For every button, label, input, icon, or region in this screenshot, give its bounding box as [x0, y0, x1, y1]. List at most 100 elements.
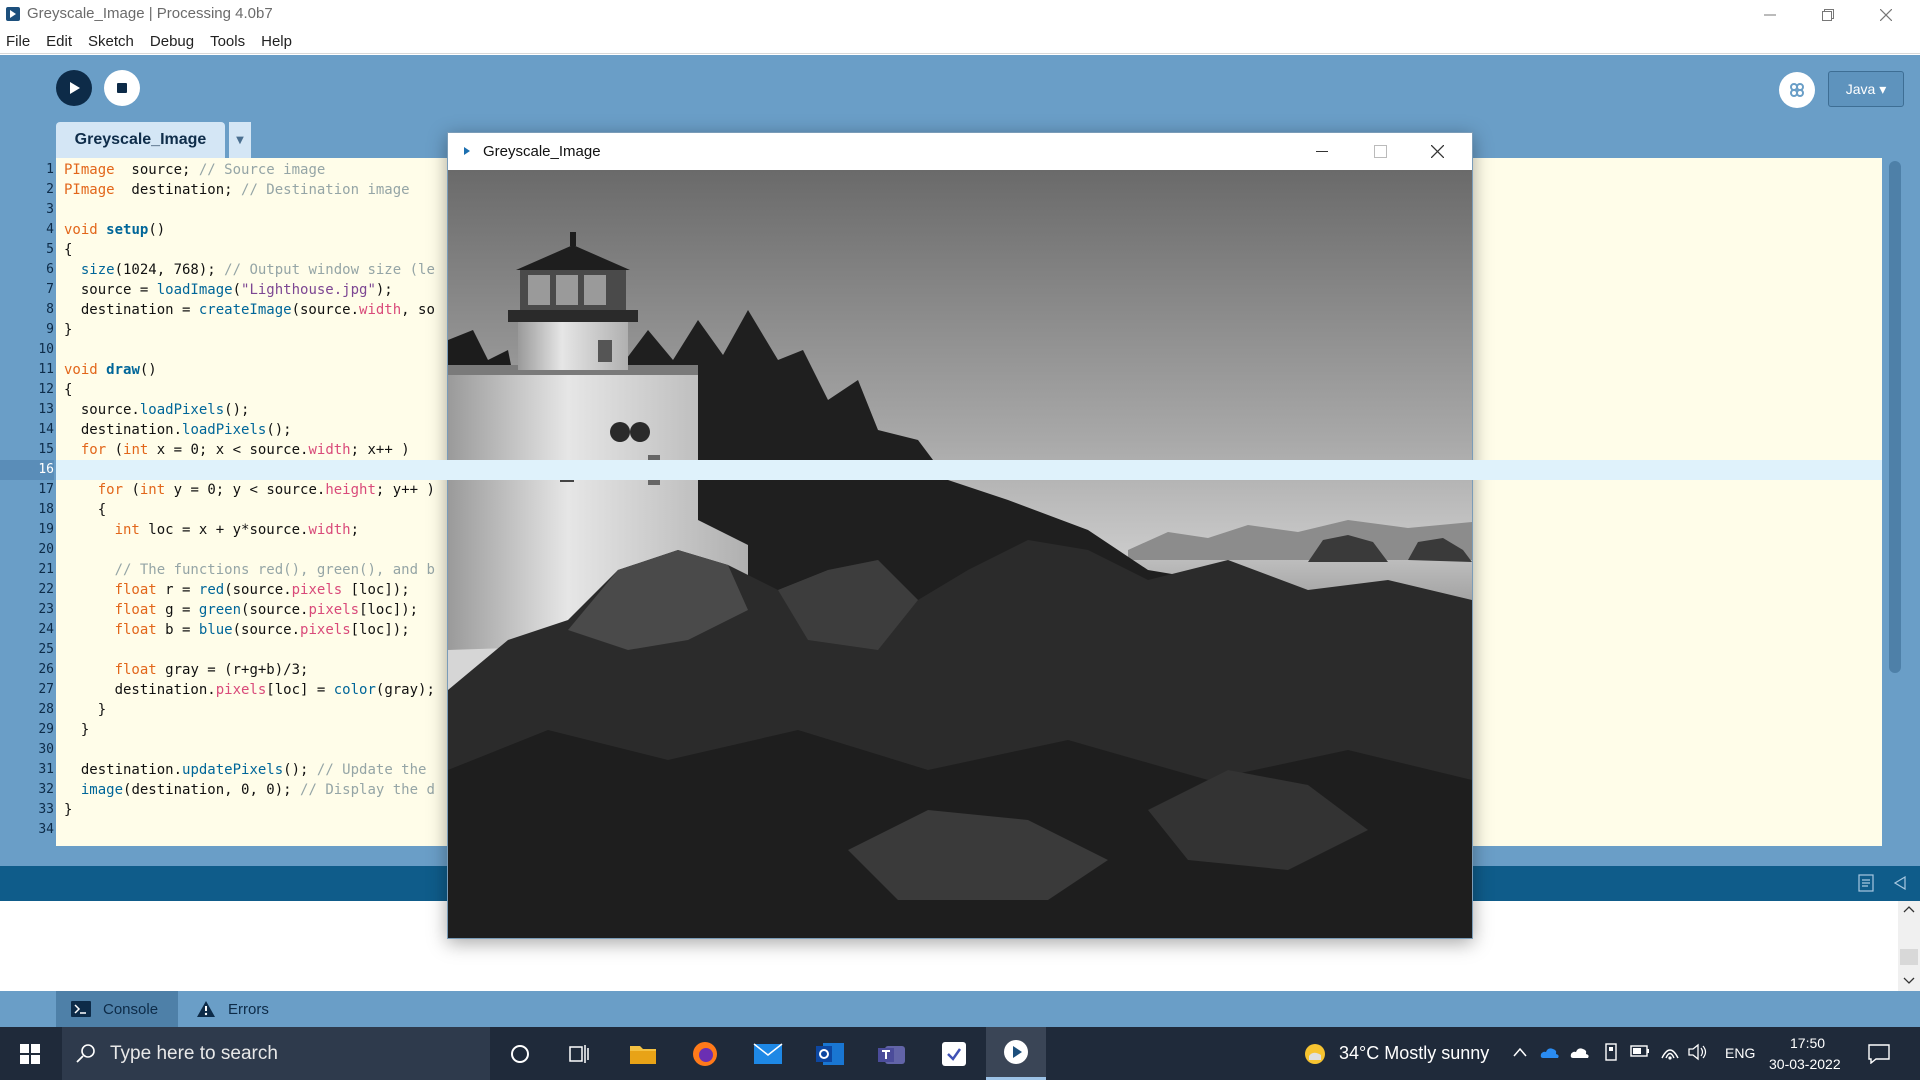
code-text[interactable]: {	[64, 240, 72, 260]
scroll-down-icon[interactable]	[1903, 977, 1915, 985]
file-explorer-button[interactable]	[613, 1027, 673, 1080]
onedrive-icon[interactable]	[1540, 1045, 1560, 1059]
code-text[interactable]: float g = green(source.pixels[loc]);	[64, 600, 419, 620]
line-number: 14	[38, 422, 54, 437]
sketch-close-icon[interactable]	[1431, 145, 1444, 158]
menu-file[interactable]: File	[6, 33, 30, 50]
menu-tools[interactable]: Tools	[210, 33, 245, 50]
line-number: 11	[38, 362, 54, 377]
visual-studio-button[interactable]	[924, 1027, 984, 1080]
clock-time[interactable]: 17:50	[1790, 1035, 1825, 1051]
chevron-up-icon[interactable]	[1513, 1047, 1527, 1057]
menu-sketch[interactable]: Sketch	[88, 33, 134, 50]
terminal-icon	[71, 1001, 91, 1017]
outlook-button[interactable]	[800, 1027, 860, 1080]
notifications-icon[interactable]	[1868, 1044, 1890, 1064]
close-button[interactable]	[1857, 0, 1915, 29]
line-number: 5	[46, 242, 54, 257]
console-scrollbar[interactable]	[1898, 901, 1920, 991]
line-number: 20	[38, 542, 54, 557]
cortana-circle-icon	[511, 1044, 529, 1063]
processing-taskbar-button[interactable]	[986, 1027, 1046, 1080]
line-number: 34	[38, 822, 54, 837]
restore-icon	[1822, 8, 1834, 21]
menu-debug[interactable]: Debug	[150, 33, 194, 50]
line-number: 15	[38, 442, 54, 457]
scroll-up-icon[interactable]	[1903, 905, 1915, 913]
code-text[interactable]: destination = createImage(source.width, …	[64, 300, 435, 320]
code-text[interactable]: }	[64, 320, 72, 340]
task-view-button[interactable]	[550, 1027, 610, 1080]
code-text[interactable]: image(destination, 0, 0); // Display the…	[64, 780, 435, 800]
line-number: 1	[46, 162, 54, 177]
code-text[interactable]: void setup()	[64, 220, 165, 240]
line-number: 28	[38, 702, 54, 717]
code-text[interactable]: }	[64, 800, 72, 820]
code-text[interactable]: void draw()	[64, 360, 157, 380]
menu-edit[interactable]: Edit	[46, 33, 72, 50]
firefox-button[interactable]	[675, 1027, 735, 1080]
code-text[interactable]: for (int y = 0; y < source.height; y++ )	[64, 480, 435, 500]
tab-sketch[interactable]: Greyscale_Image	[56, 122, 225, 158]
console-scroll-thumb[interactable]	[1900, 949, 1918, 965]
tab-errors-label: Errors	[228, 1000, 269, 1018]
sketch-maximize-icon[interactable]	[1374, 145, 1387, 158]
code-text[interactable]: for (int x = 0; x < source.width; x++ )	[64, 440, 410, 460]
menu-help[interactable]: Help	[261, 33, 292, 50]
code-text[interactable]: destination.loadPixels();	[64, 420, 292, 440]
line-number: 31	[38, 762, 54, 777]
code-text[interactable]: source.loadPixels();	[64, 400, 250, 420]
code-text[interactable]: destination.pixels[loc] = color(gray);	[64, 680, 435, 700]
usb-device-icon[interactable]	[1603, 1043, 1619, 1061]
code-text[interactable]: PImage destination; // Destination image	[64, 180, 410, 200]
code-text[interactable]: }	[64, 700, 106, 720]
sketch-window-title: Greyscale_Image	[483, 143, 601, 160]
stop-button[interactable]	[104, 70, 140, 106]
code-text[interactable]: destination.updatePixels(); // Update th…	[64, 760, 427, 780]
debug-button[interactable]	[1779, 72, 1815, 108]
code-text[interactable]: PImage source; // Source image	[64, 160, 325, 180]
line-number: 23	[38, 602, 54, 617]
volume-icon[interactable]	[1688, 1043, 1708, 1061]
collapse-console-icon[interactable]	[1894, 876, 1906, 890]
line-number: 30	[38, 742, 54, 757]
copy-console-icon[interactable]	[1858, 874, 1874, 892]
code-text[interactable]: float r = red(source.pixels [loc]);	[64, 580, 410, 600]
tab-console[interactable]: Console	[56, 991, 178, 1027]
taskbar-search[interactable]: Type here to search	[62, 1027, 490, 1080]
window-title: Greyscale_Image | Processing 4.0b7	[27, 5, 273, 22]
start-button[interactable]	[0, 1027, 60, 1080]
sketch-output-window[interactable]: Greyscale_Image	[447, 132, 1473, 939]
mail-icon	[753, 1042, 783, 1064]
menu-bar: File Edit Sketch Debug Tools Help	[0, 29, 1920, 54]
run-button[interactable]	[56, 70, 92, 106]
teams-button[interactable]	[862, 1027, 922, 1080]
code-text[interactable]: float b = blue(source.pixels[loc]);	[64, 620, 410, 640]
weather-text[interactable]: 34°C Mostly sunny	[1339, 1043, 1489, 1064]
language-indicator[interactable]: ENG	[1725, 1045, 1755, 1061]
task-view-icon	[569, 1044, 589, 1063]
code-text[interactable]: {	[64, 380, 72, 400]
code-text[interactable]: int loc = x + y*source.width;	[64, 520, 359, 540]
code-text[interactable]: float gray = (r+g+b)/3;	[64, 660, 309, 680]
tab-console-label: Console	[103, 1000, 159, 1018]
minimize-button[interactable]	[1741, 0, 1799, 29]
tab-menu-button[interactable]: ▼	[229, 122, 251, 158]
code-text[interactable]: // The functions red(), green(), and b	[64, 560, 435, 580]
battery-icon[interactable]	[1630, 1045, 1650, 1057]
wifi-icon[interactable]	[1660, 1042, 1680, 1060]
folder-icon	[630, 1045, 656, 1064]
mode-selector[interactable]: Java ▾	[1828, 71, 1904, 107]
play-icon	[70, 82, 80, 94]
cortana-button[interactable]	[490, 1027, 550, 1080]
tab-errors[interactable]: Errors	[196, 991, 269, 1027]
mail-button[interactable]	[738, 1027, 798, 1080]
code-text[interactable]: {	[64, 500, 106, 520]
code-text[interactable]: size(1024, 768); // Output window size (…	[64, 260, 435, 280]
restore-button[interactable]	[1799, 0, 1857, 29]
code-text[interactable]: }	[64, 720, 89, 740]
code-text[interactable]: source = loadImage("Lighthouse.jpg");	[64, 280, 393, 300]
sketch-minimize-icon[interactable]	[1316, 151, 1328, 153]
clock-date[interactable]: 30-03-2022	[1769, 1056, 1841, 1072]
cloud-icon[interactable]	[1570, 1045, 1590, 1059]
